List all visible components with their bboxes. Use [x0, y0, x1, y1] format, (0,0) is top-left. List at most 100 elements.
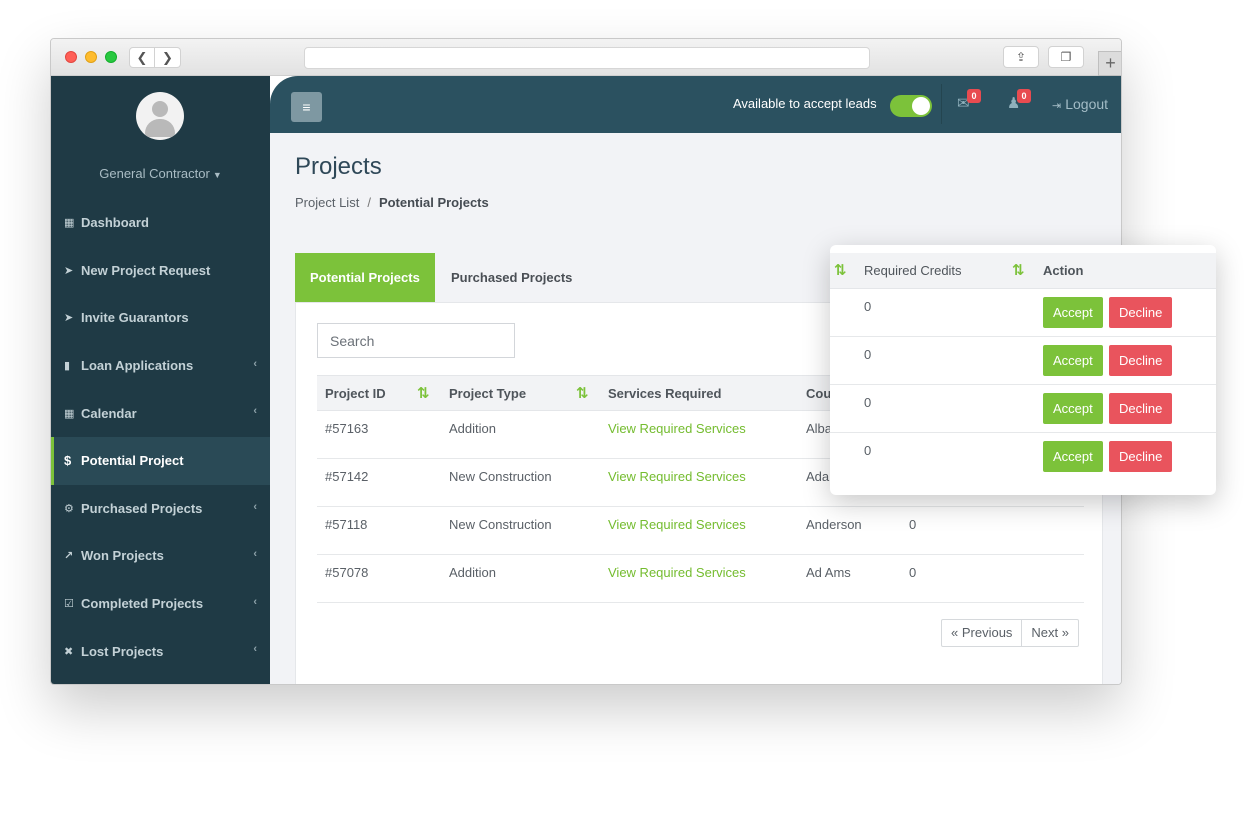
required-credits: 0	[864, 347, 872, 362]
decline-button[interactable]: Decline	[1109, 393, 1173, 424]
accept-button[interactable]: Accept	[1043, 441, 1103, 472]
sidebar-item-loan-applications[interactable]: ▮ Loan Applications ‹	[51, 342, 270, 390]
address-bar[interactable]	[304, 47, 870, 69]
previous-page-button[interactable]: « Previous	[942, 620, 1023, 646]
zoom-window-button[interactable]	[105, 51, 117, 63]
column-header-services-required[interactable]: Services Required	[608, 386, 721, 401]
sort-icon[interactable]: ⇅	[1012, 261, 1025, 279]
sort-icon[interactable]: ⇅	[576, 384, 589, 402]
accept-button[interactable]: Accept	[1043, 345, 1103, 376]
decline-button[interactable]: Decline	[1109, 441, 1173, 472]
project-type: Addition	[449, 421, 496, 436]
sidebar-item-dashboard[interactable]: ▦ Dashboard	[51, 199, 270, 247]
dollar-icon: $	[64, 453, 72, 469]
accept-button[interactable]: Accept	[1043, 393, 1103, 424]
required-credits: 0	[864, 443, 872, 458]
forward-button[interactable]: ❯	[155, 47, 181, 68]
plus-icon: +	[1105, 53, 1116, 73]
paper-plane-icon: ➤	[64, 312, 74, 325]
line-chart-icon: ↗	[64, 550, 74, 563]
popup-rows: 0 Accept Decline 0 Accept Decline 0 Acce…	[830, 289, 1216, 481]
document-icon: ▮	[64, 360, 71, 373]
user-avatar-icon	[152, 101, 168, 117]
column-header-action: Action	[1043, 263, 1084, 278]
sidebar-item-invite-guarantors[interactable]: ➤ Invite Guarantors	[51, 294, 270, 342]
availability-label: Available to accept leads	[733, 96, 877, 111]
sidebar-item-new-project-request[interactable]: ➤ New Project Request	[51, 247, 270, 295]
availability-toggle[interactable]	[890, 95, 932, 117]
required-credits: 0	[864, 299, 872, 314]
chevron-left-icon: ‹	[253, 595, 257, 608]
toggle-knob	[912, 97, 930, 115]
sidebar-item-purchased-projects[interactable]: ⚙ Purchased Projects ‹	[51, 485, 270, 533]
project-id: #57118	[325, 517, 368, 532]
share-button[interactable]: ⇪	[1003, 46, 1039, 68]
menu-toggle-button[interactable]: ≡	[291, 92, 322, 122]
page-title: Projects	[295, 153, 382, 180]
view-services-link[interactable]: View Required Services	[608, 517, 746, 532]
sidebar-item-label: Invite Guarantors	[81, 310, 189, 326]
calendar-icon: ▦	[64, 407, 75, 420]
sidebar-item-completed-projects[interactable]: ☑ Completed Projects ‹	[51, 580, 270, 628]
view-services-link[interactable]: View Required Services	[608, 421, 746, 436]
accept-button[interactable]: Accept	[1043, 297, 1103, 328]
chevron-left-icon: ‹	[253, 405, 257, 418]
tabs-overview-button[interactable]: ❐	[1048, 46, 1084, 68]
sort-icon[interactable]: ⇅	[417, 384, 430, 402]
view-services-link[interactable]: View Required Services	[608, 565, 746, 580]
chevron-left-icon: ‹	[253, 357, 257, 370]
sidebar: General Contractor ▼ ▦ Dashboard ➤ New Pr…	[51, 76, 270, 684]
top-bar: ≡ Available to accept leads ✉ 0 ♟ 0 ⇥ Log…	[270, 76, 1121, 133]
chevron-left-icon: ❮	[136, 50, 148, 65]
table-row: 0 Accept Decline	[830, 385, 1216, 433]
tab-purchased-projects[interactable]: Purchased Projects	[436, 253, 587, 302]
close-window-button[interactable]	[65, 51, 77, 63]
sidebar-item-potential-project[interactable]: $ Potential Project	[51, 436, 270, 485]
project-type: Addition	[449, 565, 496, 580]
breadcrumb: Project List / Potential Projects	[295, 195, 489, 210]
chevron-left-icon: ‹	[253, 548, 257, 561]
view-services-link[interactable]: View Required Services	[608, 469, 746, 484]
search-input[interactable]	[317, 323, 515, 358]
chevron-left-icon: ‹	[253, 643, 257, 656]
popup-table-header: ⇅ Required Credits ⇅ Action	[830, 253, 1216, 289]
column-header-project-id[interactable]: Project ID	[325, 386, 386, 401]
project-id: #57078	[325, 565, 369, 580]
decline-button[interactable]: Decline	[1109, 345, 1173, 376]
decline-button[interactable]: Decline	[1109, 297, 1173, 328]
project-type: New Construction	[449, 469, 552, 484]
sidebar-item-label: Completed Projects	[81, 596, 204, 612]
sidebar-item-lost-projects[interactable]: ✖ Lost Projects ‹	[51, 627, 270, 675]
breadcrumb-current: Potential Projects	[378, 195, 489, 210]
sort-icon[interactable]: ⇅	[834, 261, 847, 279]
divider	[941, 84, 942, 124]
chevron-right-icon: ❯	[162, 50, 173, 65]
table-row: #57118 New Construction View Required Se…	[317, 507, 1084, 555]
logout-link[interactable]: ⇥ Logout	[1052, 96, 1108, 112]
dashboard-icon: ▦	[64, 217, 75, 230]
project-type: New Construction	[449, 517, 552, 532]
role-dropdown[interactable]: General Contractor ▼	[51, 166, 270, 181]
role-label: General Contractor	[99, 166, 210, 181]
sidebar-item-label: New Project Request	[81, 262, 211, 278]
breadcrumb-separator: /	[367, 195, 371, 210]
notification-count-badge: 0	[1017, 89, 1031, 103]
sidebar-item-label: Potential Project	[81, 453, 184, 469]
mail-count-badge: 0	[967, 89, 981, 103]
table-row: #57078 Addition View Required Services A…	[317, 555, 1084, 603]
next-page-button[interactable]: Next »	[1022, 620, 1078, 646]
column-header-project-type[interactable]: Project Type	[449, 386, 526, 401]
column-header-required-credits[interactable]: Required Credits	[864, 263, 962, 278]
table-row: 0 Accept Decline	[830, 337, 1216, 385]
back-button[interactable]: ❮	[129, 47, 155, 68]
tab-potential-projects[interactable]: Potential Projects	[295, 253, 435, 302]
table-row: 0 Accept Decline	[830, 433, 1216, 481]
avatar[interactable]	[136, 92, 184, 140]
sidebar-item-calendar[interactable]: ▦ Calendar ‹	[51, 389, 270, 437]
breadcrumb-parent[interactable]: Project List	[295, 195, 359, 210]
minimize-window-button[interactable]	[85, 51, 97, 63]
new-tab-button[interactable]: +	[1098, 51, 1121, 76]
sidebar-item-label: Purchased Projects	[81, 500, 203, 516]
sidebar-item-won-projects[interactable]: ↗ Won Projects ‹	[51, 532, 270, 580]
sign-out-icon: ⇥	[1052, 100, 1062, 112]
